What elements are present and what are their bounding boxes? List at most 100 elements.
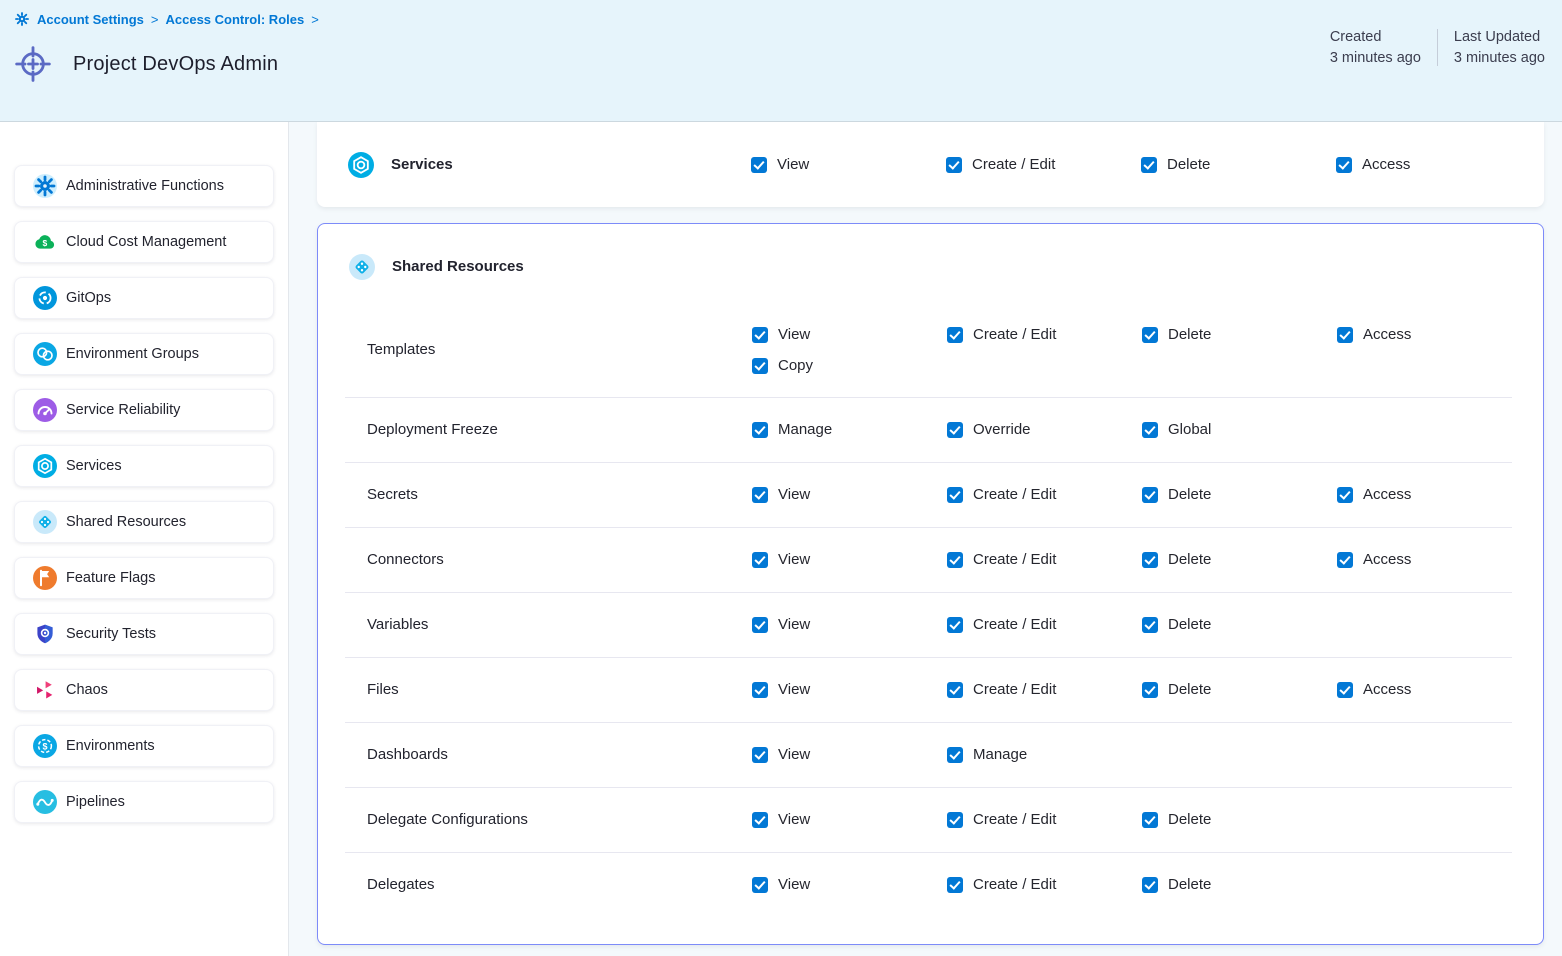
- checkbox-override[interactable]: [947, 422, 963, 438]
- checkbox-delete[interactable]: [1142, 877, 1158, 893]
- checkbox-access[interactable]: [1337, 327, 1353, 343]
- breadcrumb-link-account-settings[interactable]: Account Settings: [37, 12, 144, 27]
- sidebar-item-shared-resources[interactable]: Shared Resources: [14, 501, 274, 543]
- permission-label[interactable]: Create / Edit: [973, 486, 1056, 503]
- permission-label[interactable]: Manage: [973, 746, 1027, 763]
- permission-label[interactable]: Access: [1363, 326, 1411, 343]
- checkbox-access[interactable]: [1337, 487, 1353, 503]
- permission-view: View: [752, 811, 947, 828]
- sidebar-item-environment-groups[interactable]: Environment Groups: [14, 333, 274, 375]
- checkbox-delete[interactable]: [1142, 487, 1158, 503]
- sidebar-item-environments[interactable]: $Environments: [14, 725, 274, 767]
- permission-label[interactable]: View: [778, 876, 810, 893]
- checkbox-create-edit[interactable]: [947, 617, 963, 633]
- permission-label[interactable]: Override: [973, 421, 1031, 438]
- permission-label[interactable]: Create / Edit: [973, 616, 1056, 633]
- resource-label: Delegates: [367, 876, 435, 893]
- checkbox-access[interactable]: [1337, 552, 1353, 568]
- permission-label[interactable]: Create / Edit: [973, 681, 1056, 698]
- checkbox-view[interactable]: [752, 812, 768, 828]
- checkbox-view[interactable]: [752, 327, 768, 343]
- permission-label[interactable]: Access: [1363, 486, 1411, 503]
- checkbox-manage[interactable]: [947, 747, 963, 763]
- permission-grid: View Create / Edit Delete: [752, 592, 1532, 657]
- permission-label[interactable]: Delete: [1168, 486, 1211, 503]
- permission-label[interactable]: Access: [1362, 156, 1410, 173]
- sidebar-item-administrative-functions[interactable]: Administrative Functions: [14, 165, 274, 207]
- permission-label[interactable]: Create / Edit: [973, 551, 1056, 568]
- checkbox-view[interactable]: [752, 617, 768, 633]
- checkbox-delete[interactable]: [1142, 552, 1158, 568]
- permission-label[interactable]: Access: [1363, 551, 1411, 568]
- sidebar-item-cloud-cost-management[interactable]: $Cloud Cost Management: [14, 221, 274, 263]
- role-permissions-page: Account Settings > Access Control: Roles…: [0, 0, 1562, 956]
- checkbox-view[interactable]: [752, 747, 768, 763]
- checkbox-view[interactable]: [752, 552, 768, 568]
- checkbox-create-edit[interactable]: [947, 487, 963, 503]
- sidebar-item-pipelines[interactable]: Pipelines: [14, 781, 274, 823]
- permission-label[interactable]: Copy: [778, 357, 813, 374]
- permission-label[interactable]: Delete: [1168, 681, 1211, 698]
- permission-label[interactable]: Delete: [1168, 616, 1211, 633]
- permission-label[interactable]: View: [777, 156, 809, 173]
- permission-label[interactable]: Delete: [1168, 551, 1211, 568]
- sidebar-item-chaos[interactable]: Chaos: [14, 669, 274, 711]
- checkbox-view[interactable]: [751, 157, 767, 173]
- permission-label[interactable]: Delete: [1168, 326, 1211, 343]
- checkbox-create-edit[interactable]: [947, 812, 963, 828]
- permission-label[interactable]: View: [778, 746, 810, 763]
- sidebar-item-security-tests[interactable]: Security Tests: [14, 613, 274, 655]
- permission-label[interactable]: View: [778, 681, 810, 698]
- checkbox-create-edit[interactable]: [947, 877, 963, 893]
- sidebar-item-gitops[interactable]: GitOps: [14, 277, 274, 319]
- permission-label[interactable]: Global: [1168, 421, 1211, 438]
- checkbox-access[interactable]: [1337, 682, 1353, 698]
- permission-label[interactable]: Delete: [1168, 876, 1211, 893]
- breadcrumb-link-access-control-roles[interactable]: Access Control: Roles: [166, 12, 305, 27]
- checkbox-delete[interactable]: [1141, 157, 1157, 173]
- permission-label[interactable]: View: [778, 551, 810, 568]
- permission-cell: View: [752, 551, 947, 568]
- checkbox-create-edit[interactable]: [947, 552, 963, 568]
- permission-label[interactable]: View: [778, 811, 810, 828]
- checkbox-manage[interactable]: [752, 422, 768, 438]
- checkbox-create-edit[interactable]: [947, 682, 963, 698]
- sidebar-item-label: Service Reliability: [66, 402, 180, 418]
- checkbox-delete[interactable]: [1142, 327, 1158, 343]
- permission-label[interactable]: Create / Edit: [973, 811, 1056, 828]
- permission-label[interactable]: View: [778, 326, 810, 343]
- sidebar-item-service-reliability[interactable]: Service Reliability: [14, 389, 274, 431]
- permission-row-variables: VariablesViewCreate / EditDelete: [318, 592, 1543, 657]
- checkbox-delete[interactable]: [1142, 617, 1158, 633]
- permission-cell: Access: [1337, 681, 1532, 698]
- permission-label[interactable]: Delete: [1167, 156, 1210, 173]
- checkbox-view[interactable]: [752, 487, 768, 503]
- permissions-panel: Services ViewCreate / EditDeleteAccess S…: [289, 122, 1562, 956]
- permission-label[interactable]: Create / Edit: [972, 156, 1055, 173]
- permission-label[interactable]: Create / Edit: [973, 326, 1056, 343]
- sidebar-item-services[interactable]: Services: [14, 445, 274, 487]
- permission-create-edit: Create / Edit: [947, 551, 1142, 568]
- sidebar-item-label: Shared Resources: [66, 514, 186, 530]
- permission-label[interactable]: Manage: [778, 421, 832, 438]
- permission-label[interactable]: Create / Edit: [973, 876, 1056, 893]
- cloud-dollar-icon: $: [33, 230, 57, 254]
- permission-view: View: [752, 681, 947, 698]
- permission-label[interactable]: View: [778, 616, 810, 633]
- permission-create-edit: Create / Edit: [947, 811, 1142, 828]
- checkbox-create-edit[interactable]: [947, 327, 963, 343]
- checkbox-create-edit[interactable]: [946, 157, 962, 173]
- permission-grid: View Create / Edit Delete: [752, 787, 1532, 852]
- permission-label[interactable]: Access: [1363, 681, 1411, 698]
- checkbox-view[interactable]: [752, 682, 768, 698]
- checkbox-view[interactable]: [752, 877, 768, 893]
- sidebar-item-feature-flags[interactable]: Feature Flags: [14, 557, 274, 599]
- checkbox-access[interactable]: [1336, 157, 1352, 173]
- permission-label[interactable]: Delete: [1168, 811, 1211, 828]
- checkbox-copy[interactable]: [752, 358, 768, 374]
- checkbox-global[interactable]: [1142, 422, 1158, 438]
- permission-label[interactable]: View: [778, 486, 810, 503]
- checkbox-delete[interactable]: [1142, 682, 1158, 698]
- resource-label: Templates: [367, 341, 435, 358]
- checkbox-delete[interactable]: [1142, 812, 1158, 828]
